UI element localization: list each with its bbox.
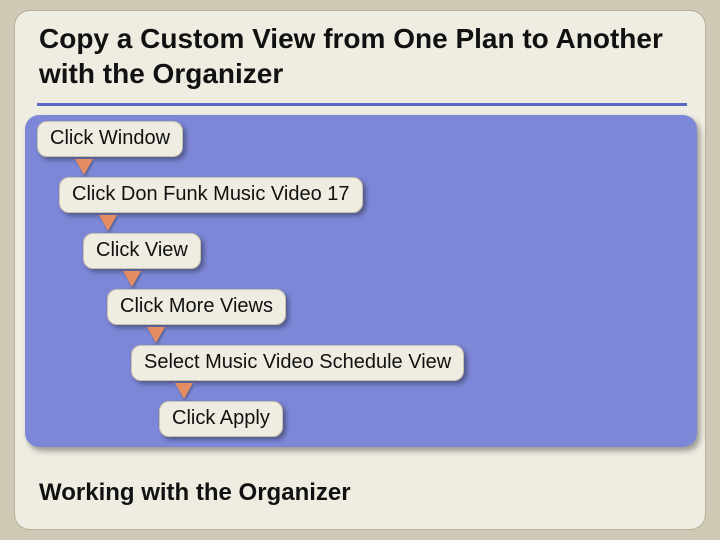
arrow-icon [147, 327, 165, 343]
arrow-icon [175, 383, 193, 399]
arrow-icon [99, 215, 117, 231]
step-5: Select Music Video Schedule View [131, 345, 464, 381]
step-3: Click View [83, 233, 201, 269]
steps-container: Click Window Click Don Funk Music Video … [25, 115, 697, 447]
arrow-icon [123, 271, 141, 287]
step-4: Click More Views [107, 289, 286, 325]
slide-footer: Working with the Organizer [39, 479, 351, 507]
title-underline [37, 103, 687, 106]
step-2: Click Don Funk Music Video 17 [59, 177, 363, 213]
step-6: Click Apply [159, 401, 283, 437]
arrow-icon [75, 159, 93, 175]
slide-title: Copy a Custom View from One Plan to Anot… [39, 21, 679, 91]
step-1: Click Window [37, 121, 183, 157]
slide-card: Copy a Custom View from One Plan to Anot… [14, 10, 706, 530]
